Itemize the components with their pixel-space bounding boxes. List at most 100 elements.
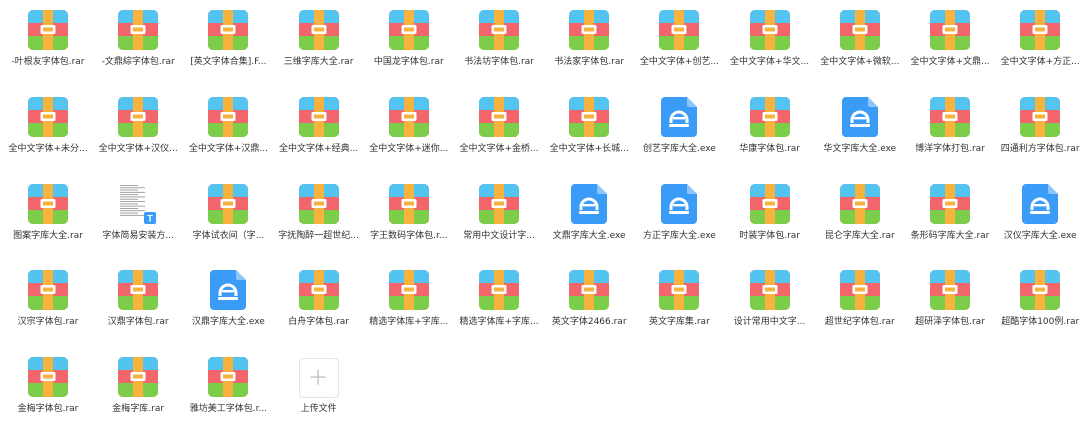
file-name-label: 英文字体2466.rar [551,317,627,327]
file-name-label: 图案字库大全.rar [13,231,83,241]
file-item[interactable]: 汉鼎字库大全.exe [184,268,272,342]
file-name-label: 英文字库集.rar [649,317,710,327]
file-item[interactable]: 三维字库大全.rar [275,8,363,82]
file-name-label: 汉仪字库大全.exe [1003,231,1077,241]
file-name-label: 设计常用中文字... [733,317,806,327]
file-name-label: 全中文字体+方正... [1000,57,1080,67]
file-name-label: 全中文字体+汉鼎... [188,144,268,154]
archive-icon [118,8,159,52]
archive-icon [28,95,68,139]
file-item[interactable]: 文鼎字库大全.exe [545,182,633,256]
file-item[interactable]: 精选字体库+字库... [365,268,453,342]
file-item[interactable]: 字抚陶醉一超世纪... [275,182,363,256]
file-item[interactable]: 超酷字体100例.rar [996,268,1080,342]
archive-icon [208,95,249,139]
archive-icon [298,8,339,52]
upload-file-button[interactable]: 上传文件 [275,355,363,429]
file-item[interactable]: 方正字库大全.exe [635,182,723,256]
file-item[interactable]: 全中文字体+未分... [4,95,92,169]
file-item[interactable]: 条形码字库大全.rar [906,182,994,256]
installer-icon [659,95,699,139]
file-item[interactable]: 英文字体2466.rar [545,268,633,342]
file-item[interactable]: 金梅字体包.rar [4,355,92,429]
file-item[interactable]: -叶根友字体包.rar [4,8,92,82]
file-item[interactable]: 字王数码字体包.r... [365,182,453,256]
archive-icon [1020,268,1061,312]
file-item[interactable]: 汉宗字体包.rar [4,268,92,342]
file-item[interactable]: T 字体简易安装方... [94,182,182,256]
file-name-label: 字体简易安装方... [102,231,174,241]
archive-icon [118,95,159,139]
file-name-label: 字体试衣间（字... [192,231,265,241]
file-item[interactable]: 字体试衣间（字... [184,182,272,256]
file-item[interactable]: 汉仪字库大全.exe [996,182,1080,256]
file-name-label: 方正字库大全.exe [642,231,716,241]
file-item[interactable]: 全中文字体+汉仪... [94,95,182,169]
file-name-label: 华康字体包.rar [739,144,800,154]
file-item[interactable]: 华文字库大全.exe [816,95,904,169]
archive-icon [28,182,68,226]
archive-icon [28,355,68,399]
archive-icon [28,268,68,312]
file-name-label: 超研泽字体包.rar [915,317,985,327]
file-item[interactable]: 创艺字库大全.exe [635,95,723,169]
archive-icon [749,95,790,139]
file-name-label: [英文字体合集].F... [190,57,267,67]
file-name-label: 三维字库大全.rar [283,57,354,67]
file-item[interactable]: 全中文字体+金桥... [455,95,543,169]
installer-icon [1020,182,1060,226]
file-item[interactable]: 华康字体包.rar [726,95,814,169]
file-item[interactable]: 白舟字体包.rar [275,268,363,342]
file-item[interactable]: 全中文字体+方正... [996,8,1080,82]
file-item[interactable]: 设计常用中文字... [726,268,814,342]
file-name-label: -文鼎綜字体包.rar [101,57,175,67]
file-item[interactable]: 精选字体库+字库... [455,268,543,342]
archive-icon [388,95,429,139]
file-item[interactable]: 全中文字体+文鼎... [906,8,994,82]
document-icon: T [118,182,158,226]
file-item[interactable]: 常用中文设计字... [455,182,543,256]
file-item[interactable]: 时装字体包.rar [726,182,814,256]
file-item[interactable]: 图案字库大全.rar [4,182,92,256]
archive-icon [118,268,159,312]
file-item[interactable]: 四通利方字体包.rar [996,95,1080,169]
file-name-label: 超世纪字体包.rar [824,317,895,327]
file-name-label: 字抚陶醉一超世纪... [278,231,359,241]
file-item[interactable]: 全中文字体+长城... [545,95,633,169]
file-item[interactable]: 英文字库集.rar [635,268,723,342]
archive-icon [569,95,610,139]
file-item[interactable]: 超研泽字体包.rar [906,268,994,342]
file-item[interactable]: 博洋字体打包.rar [906,95,994,169]
file-item[interactable]: [英文字体合集].F... [184,8,272,82]
file-name-label: 汉鼎字库大全.exe [191,317,265,327]
file-item[interactable]: 超世纪字体包.rar [816,268,904,342]
file-item[interactable]: 书法坊字体包.rar [455,8,543,82]
file-item[interactable]: 全中文字体+华文... [726,8,814,82]
file-item[interactable]: 金梅字库.rar [94,355,182,429]
file-item[interactable]: 雅坊美工字体包.r... [184,355,272,429]
archive-icon [569,8,610,52]
file-item[interactable]: 全中文字体+创艺... [635,8,723,82]
file-name-label: 全中文字体+迷你... [369,144,449,154]
file-name-label: 雅坊美工字体包.r... [189,404,268,414]
archive-icon [930,95,970,139]
archive-icon [28,8,68,52]
file-item[interactable]: 全中文字体+经典... [275,95,363,169]
file-item[interactable]: 书法家字体包.rar [545,8,633,82]
file-item[interactable]: 昆仑字库大全.rar [816,182,904,256]
file-item[interactable]: 汉鼎字体包.rar [94,268,182,342]
installer-icon [569,182,609,226]
file-name-label: 全中文字体+创艺... [639,57,719,67]
archive-icon [839,182,880,226]
installer-icon [659,182,699,226]
file-item[interactable]: -文鼎綜字体包.rar [94,8,182,82]
file-name-label: 华文字库大全.exe [823,144,897,154]
file-name-label: 条形码字库大全.rar [910,231,990,241]
file-item[interactable]: 全中文字体+微软... [816,8,904,82]
file-name-label: 全中文字体+华文... [730,57,810,67]
file-name-label: 四通利方字体包.rar [1000,144,1080,154]
file-item[interactable]: 全中文字体+汉鼎... [184,95,272,169]
file-item[interactable]: 全中文字体+迷你... [365,95,453,169]
file-name-label: 文鼎字库大全.exe [552,231,626,241]
file-item[interactable]: 中国龙字体包.rar [365,8,453,82]
